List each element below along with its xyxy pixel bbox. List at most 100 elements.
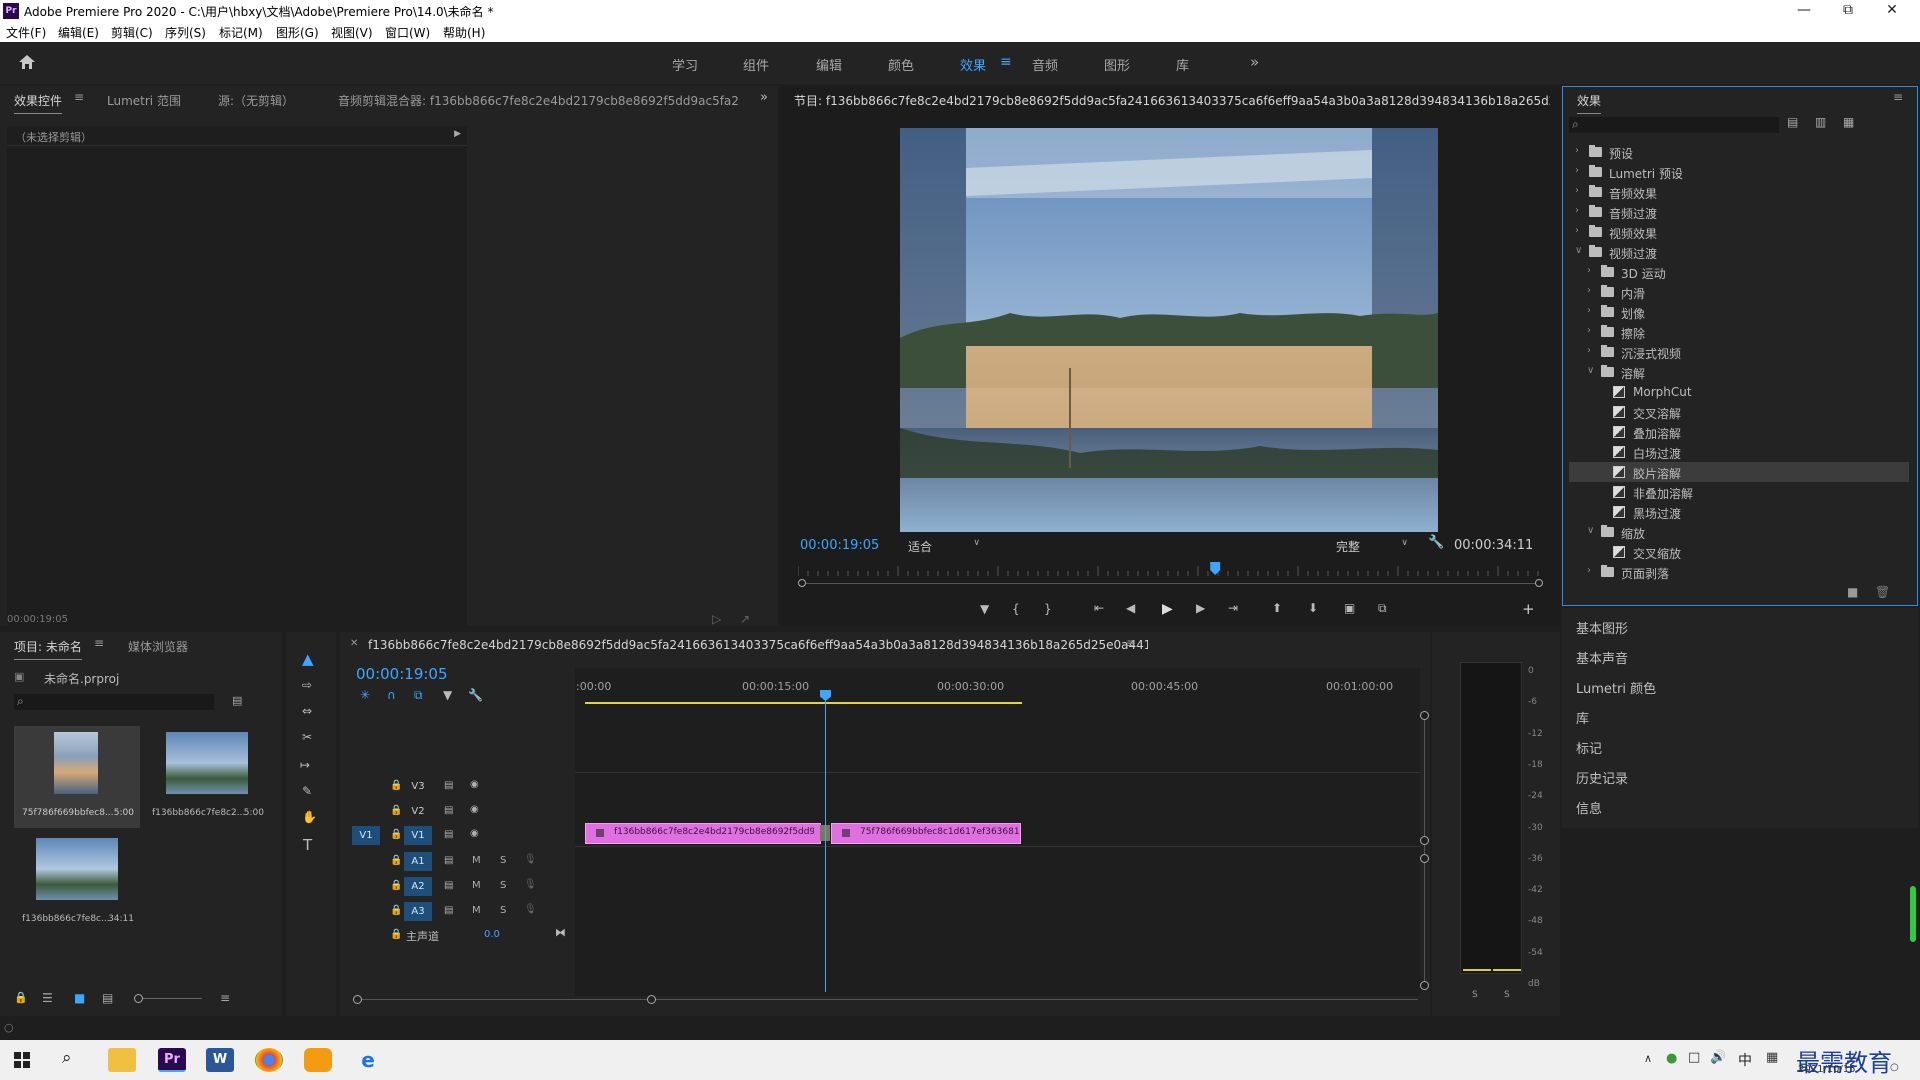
minimize-button[interactable]: — (1782, 0, 1826, 22)
mute-button[interactable]: M (472, 855, 481, 866)
track-name[interactable]: A3 (404, 902, 432, 921)
sync-lock-icon[interactable]: ▤ (444, 780, 453, 791)
chevron-right-icon[interactable]: › (1575, 165, 1585, 176)
tray-chevron-icon[interactable]: ∧ (1644, 1052, 1652, 1065)
add-marker-icon[interactable]: ▼ (980, 602, 989, 616)
status-scrollbar[interactable] (1910, 886, 1916, 942)
sequence-tab[interactable]: f136bb866c7fe8c2e4bd2179cb8e8692f5dd9ac5… (368, 638, 1148, 652)
tab-project[interactable]: 项目: 未命名 (14, 638, 82, 660)
effects-folder[interactable]: › 内滑 (1569, 282, 1909, 302)
tab-effect-controls[interactable]: 效果控件 (14, 92, 63, 114)
workspace-tab-color[interactable]: 颜色 (888, 55, 914, 74)
sync-lock-icon[interactable]: ▤ (444, 805, 453, 816)
microphone-icon[interactable]: 🎙 (524, 904, 537, 915)
panel-essential-graphics[interactable]: 基本图形 (1576, 618, 1628, 637)
panel-lumetri-color[interactable]: Lumetri 颜色 (1576, 678, 1656, 697)
snap-icon[interactable]: ∩ (387, 688, 396, 702)
chevron-down-icon[interactable]: ∨ (1587, 365, 1597, 376)
chevron-right-icon[interactable]: › (1587, 325, 1597, 336)
menu-view[interactable]: 视图(V) (331, 24, 373, 41)
new-bin-icon[interactable]: ■ (1847, 585, 1858, 599)
effects-folder[interactable]: › 划像 (1569, 302, 1909, 322)
button-editor-icon[interactable]: + (1522, 600, 1535, 618)
scroll-handle[interactable] (1420, 836, 1429, 845)
program-zoom-bar[interactable] (798, 579, 1543, 587)
master-volume-value[interactable]: 0.0 (484, 929, 500, 940)
effects-folder[interactable]: › 页面剥落 (1569, 562, 1909, 582)
chevron-right-icon[interactable]: › (1587, 305, 1597, 316)
project-item-2[interactable]: f136bb866c7fe8c2... 5:00 (144, 726, 270, 828)
new-bin-icon[interactable]: ▤ (232, 694, 242, 707)
effects-folder[interactable]: ∨ 视频过渡 (1569, 242, 1909, 262)
network-icon[interactable]: □ (1688, 1050, 1700, 1065)
effect-item[interactable]: 白场过渡 (1569, 442, 1909, 462)
quality-dropdown[interactable]: 完整 ∨ (1330, 536, 1410, 554)
workspace-tab-audio[interactable]: 音频 (1032, 55, 1058, 74)
solo-button[interactable]: S (500, 905, 506, 916)
extract-icon[interactable]: ⬇ (1308, 601, 1318, 615)
timeline-clip-1[interactable]: f136bb866c7fe8c2e4bd2179cb8e8692f5dd9ac5… (585, 823, 821, 844)
lock-icon[interactable]: 🔒 (390, 805, 402, 816)
list-view-icon[interactable]: ☰ (42, 991, 53, 1005)
tab-source[interactable]: 源:（无剪辑） (218, 92, 294, 109)
horizontal-scrollbar[interactable] (358, 999, 1418, 1000)
menu-window[interactable]: 窗口(W) (385, 24, 430, 41)
timeline-timecode[interactable]: 00:00:19:05 (356, 665, 448, 683)
zoom-handle-left[interactable] (353, 995, 362, 1004)
solo-button[interactable]: S (500, 855, 506, 866)
ime-indicator[interactable]: 中 (1738, 1050, 1752, 1070)
volume-icon[interactable]: 🔊 (1710, 1050, 1726, 1065)
panel-menu-icon[interactable]: ≡ (1893, 90, 1903, 104)
nest-icon[interactable]: ✳ (360, 688, 370, 702)
panel-menu-icon[interactable]: ≡ (1126, 636, 1136, 650)
workspace-tab-learn[interactable]: 学习 (672, 55, 698, 74)
ripple-edit-tool-icon[interactable]: ⇔ (302, 704, 312, 718)
chevron-right-icon[interactable]: › (1575, 145, 1585, 156)
effects-folder[interactable]: ∨ 缩放 (1569, 522, 1909, 542)
menu-help[interactable]: 帮助(H) (443, 24, 485, 41)
sync-lock-icon[interactable]: ▤ (444, 829, 453, 840)
lock-icon[interactable]: 🔒 (390, 905, 402, 916)
chevron-right-icon[interactable]: › (1587, 285, 1597, 296)
workspace-tab-editing[interactable]: 编辑 (816, 55, 842, 74)
meter-solo-right[interactable]: S (1504, 990, 1510, 1000)
workspace-tab-libraries[interactable]: 库 (1176, 55, 1189, 74)
expand-arrow-icon[interactable]: ▶ (454, 129, 461, 139)
search-icon[interactable]: ⌕ (62, 1048, 72, 1068)
eye-icon[interactable]: ◉ (470, 828, 479, 839)
windows-start-icon[interactable] (14, 1052, 30, 1068)
source-patch-v1[interactable]: V1 (352, 826, 380, 845)
track-name[interactable]: V3 (404, 777, 432, 796)
step-forward-icon[interactable]: ▶ (1196, 601, 1205, 615)
effect-item[interactable]: 交叉溶解 (1569, 402, 1909, 422)
scroll-handle[interactable] (1420, 981, 1429, 990)
menu-sequence[interactable]: 序列(S) (165, 24, 206, 41)
track-name[interactable]: V2 (404, 802, 432, 821)
go-to-in-icon[interactable]: ⇤ (1094, 601, 1104, 615)
lock-icon[interactable]: 🔒 (14, 991, 28, 1004)
panel-menu-icon[interactable]: ≡ (74, 90, 84, 104)
tab-lumetri-scopes[interactable]: Lumetri 范围 (107, 92, 181, 109)
32bit-effects-icon[interactable]: ▥ (1815, 115, 1826, 129)
filter-icon[interactable]: ▷ (712, 612, 721, 626)
chevron-right-icon[interactable]: › (1575, 225, 1585, 236)
track-name[interactable]: V1 (404, 826, 432, 845)
zoom-handle-right[interactable] (647, 995, 656, 1004)
program-video-frame[interactable] (900, 128, 1438, 532)
delete-icon[interactable]: 🗑 (1875, 585, 1890, 599)
chevron-right-icon[interactable]: › (1575, 185, 1585, 196)
chevron-right-icon[interactable]: › (1587, 265, 1597, 276)
wrench-icon[interactable]: 🔧 (1428, 535, 1444, 550)
play-icon[interactable]: ▶ (1162, 601, 1173, 617)
scroll-handle[interactable] (1420, 711, 1429, 720)
app-taskbar-icon[interactable] (304, 1048, 332, 1072)
chevron-right-icon[interactable]: › (1587, 565, 1597, 576)
menu-edit[interactable]: 编辑(E) (58, 24, 99, 41)
solo-button[interactable]: S (500, 880, 506, 891)
workspace-tab-effects[interactable]: 效果 (960, 55, 986, 74)
panel-overflow-icon[interactable]: » (760, 90, 768, 105)
edge-taskbar-icon[interactable]: e (354, 1048, 382, 1072)
track-name[interactable]: A1 (404, 852, 432, 871)
word-taskbar-icon[interactable]: W (206, 1048, 234, 1072)
export-frame-icon[interactable]: ↗ (740, 612, 750, 626)
